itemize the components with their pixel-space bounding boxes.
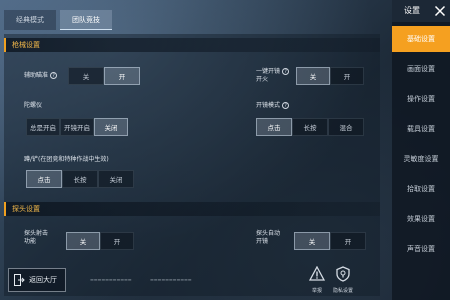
- report-button[interactable]: 举报: [306, 265, 328, 294]
- sidebar-item-sound[interactable]: 声音设置: [392, 236, 450, 262]
- sidebar-item-graphics[interactable]: 画面设置: [392, 56, 450, 82]
- one-tap-fire-off[interactable]: 关: [296, 67, 330, 85]
- aim-assist-toggle: 关 开: [68, 67, 140, 85]
- report-label: 举报: [311, 288, 322, 294]
- aim-assist-text: 辅助瞄准: [24, 72, 49, 79]
- one-tap-fire-label: 一键开镜? 开火: [256, 68, 290, 84]
- aim-assist-off[interactable]: 关: [68, 67, 104, 85]
- help-icon[interactable]: ?: [282, 68, 290, 75]
- sidebar-item-pickup[interactable]: 拾取设置: [392, 176, 450, 202]
- gyro-scope-on[interactable]: 开镜开启: [60, 118, 94, 136]
- lean-tap[interactable]: 点击: [26, 170, 62, 188]
- gyro-segment: 总是开启 开镜开启 关闭: [26, 118, 128, 136]
- peek-fire-label: 探头射击 功能: [24, 230, 48, 246]
- scope-mode-hold[interactable]: 长按: [292, 118, 328, 136]
- peek-auto-scope-label: 探头自动 开镜: [256, 230, 280, 246]
- settings-sidebar: 设置 基础设置 画面设置 操作设置 载具设置 灵敏度设置 拾取设置 效果设置 声…: [392, 0, 450, 300]
- peek-auto-scope-line2: 开镜: [256, 238, 269, 245]
- help-icon[interactable]: ?: [282, 102, 290, 109]
- help-icon[interactable]: ?: [50, 72, 58, 79]
- privacy-settings-button[interactable]: 隐私设置: [332, 266, 354, 294]
- aim-assist-label: 辅助瞄准?: [24, 72, 58, 80]
- peek-auto-scope-off[interactable]: 关: [294, 232, 330, 250]
- peek-fire-toggle: 关 开: [66, 232, 134, 250]
- scope-mode-text: 开镜模式: [256, 102, 281, 109]
- tab-team-deathmatch[interactable]: 团队竞技: [60, 10, 112, 30]
- scope-mode-label: 开镜模式?: [256, 102, 290, 110]
- gyro-off[interactable]: 关闭: [94, 118, 128, 136]
- lean-hold[interactable]: 长按: [62, 170, 98, 188]
- scope-mode-tap[interactable]: 点击: [256, 118, 292, 136]
- tab-classic-mode[interactable]: 经典模式: [4, 10, 56, 30]
- settings-panel: 枪械设置 辅助瞄准? 关 开 一键开镜? 开火 关 开 陀螺仪 总是开启 开镜开…: [4, 34, 380, 296]
- peek-auto-scope-line1: 探头自动: [256, 230, 281, 237]
- one-tap-fire-toggle: 关 开: [296, 67, 364, 85]
- peek-auto-scope-on[interactable]: 开: [330, 232, 366, 250]
- sidebar-item-vehicle[interactable]: 载具设置: [392, 116, 450, 142]
- sidebar-item-sensitivity[interactable]: 灵敏度设置: [392, 146, 450, 172]
- one-tap-fire-on[interactable]: 开: [330, 67, 364, 85]
- gyro-label: 陀螺仪: [24, 102, 43, 109]
- footer-text-left: ▬▬▬▬▬▬▬▬▬▬▬: [90, 277, 132, 282]
- sidebar-item-effects[interactable]: 效果设置: [392, 206, 450, 232]
- gyro-always-on[interactable]: 总是开启: [26, 118, 60, 136]
- lean-segment: 点击 长按 关闭: [26, 170, 134, 188]
- peek-fire-line1: 探头射击: [24, 230, 49, 237]
- lean-off[interactable]: 关闭: [98, 170, 134, 188]
- mode-tabs: 经典模式 团队竞技: [4, 10, 112, 30]
- section-header-peek: 探头设置: [4, 202, 380, 216]
- scope-mode-mixed[interactable]: 混合: [328, 118, 364, 136]
- privacy-settings-label: 隐私设置: [332, 288, 353, 294]
- sidebar-item-basic[interactable]: 基础设置: [392, 26, 450, 52]
- lean-label: 蹲/铲(在团竞和特种作战中生效): [24, 156, 109, 163]
- back-to-lobby-label: 返回大厅: [29, 276, 57, 284]
- footer-text-right: ▬▬▬▬▬▬▬▬▬▬▬: [150, 277, 192, 282]
- scope-mode-segment: 点击 长按 混合: [256, 118, 364, 136]
- shield-icon: [336, 266, 350, 282]
- one-tap-fire-line2: 开火: [256, 76, 269, 83]
- exit-icon: [14, 274, 25, 286]
- peek-fire-on[interactable]: 开: [100, 232, 134, 250]
- close-icon[interactable]: [434, 4, 446, 18]
- peek-fire-off[interactable]: 关: [66, 232, 100, 250]
- section-header-firearm: 枪械设置: [4, 38, 380, 52]
- warning-icon: [308, 265, 326, 281]
- aim-assist-on[interactable]: 开: [104, 67, 140, 85]
- peek-auto-scope-toggle: 关 开: [294, 232, 366, 250]
- one-tap-fire-line1: 一键开镜: [256, 68, 281, 75]
- back-to-lobby-button[interactable]: 返回大厅: [8, 268, 66, 292]
- sidebar-item-controls[interactable]: 操作设置: [392, 86, 450, 112]
- peek-fire-line2: 功能: [24, 238, 37, 245]
